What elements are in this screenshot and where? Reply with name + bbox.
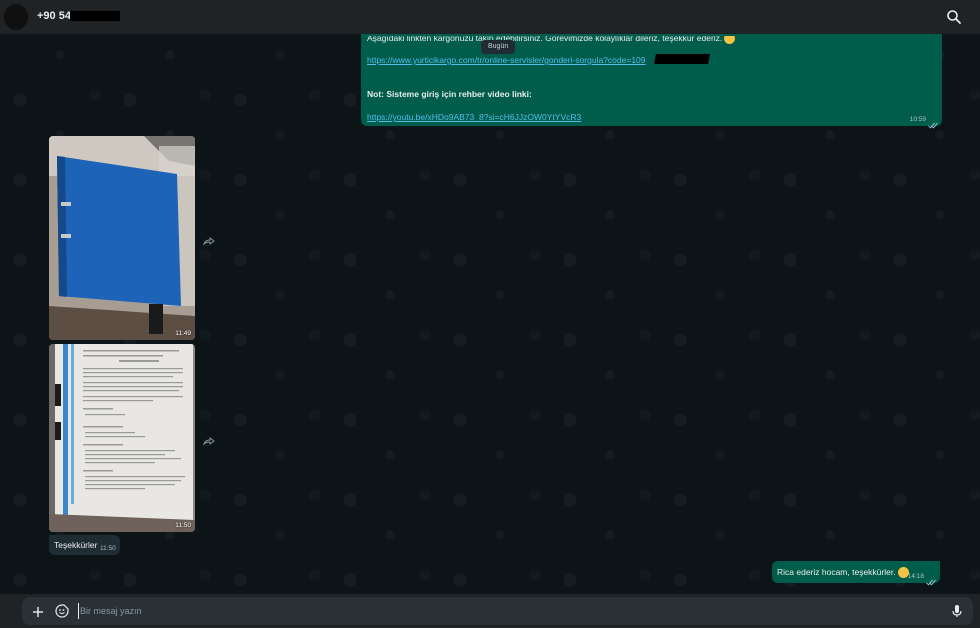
message-input[interactable]: [78, 603, 938, 619]
message-time: 10:59: [909, 116, 926, 123]
microphone-icon[interactable]: [951, 604, 963, 618]
read-ticks-icon: [926, 573, 936, 586]
outgoing-message[interactable]: Rica ederiz hocam, teşekkürler. 14:18: [772, 561, 940, 586]
composer-box: [22, 597, 973, 625]
forward-icon[interactable]: [203, 233, 215, 246]
binder-photo: [49, 136, 195, 340]
redaction-bar: [70, 11, 120, 21]
message-note: Not: Sisteme giriş için rehber video lin…: [367, 89, 532, 99]
message-time: 11:49: [175, 330, 191, 337]
redaction-bar: [654, 54, 710, 64]
message-text: Aşağıdaki linkten kargonuzu takip edebil…: [367, 36, 736, 45]
incoming-message[interactable]: Teşekkürler 11:50: [49, 535, 120, 555]
message-time: 11:50: [100, 545, 116, 552]
chat-header: +90 54: [0, 0, 980, 34]
read-ticks-icon: [928, 116, 938, 129]
message-time: 14:18: [907, 573, 924, 580]
tracking-link[interactable]: https://www.yurticikargo.com/tr/online-s…: [367, 55, 646, 65]
video-link[interactable]: https://youtu.be/xHDo9AB73_8?si=cH6JJzOW…: [367, 112, 581, 122]
message-text: Rica ederiz hocam, teşekkürler.: [777, 567, 909, 579]
composer-bar: [0, 594, 980, 628]
contact-avatar[interactable]: [4, 4, 28, 30]
outgoing-message[interactable]: Aşağıdaki linkten kargonuzu takip edebil…: [361, 33, 942, 129]
message-time: 11:50: [175, 522, 191, 529]
contact-name[interactable]: +90 54: [37, 10, 71, 22]
image-message[interactable]: 11:50: [49, 344, 195, 532]
smile-emoji-icon: [724, 36, 736, 45]
forward-icon[interactable]: [203, 433, 215, 446]
sticker-icon[interactable]: [55, 604, 69, 618]
document-photo: [49, 344, 195, 532]
image-message[interactable]: 11:49: [49, 136, 195, 340]
date-separator: Bugün: [481, 40, 516, 54]
search-icon[interactable]: [946, 9, 962, 25]
plus-icon[interactable]: [32, 605, 44, 617]
message-text: Teşekkürler: [54, 540, 98, 550]
